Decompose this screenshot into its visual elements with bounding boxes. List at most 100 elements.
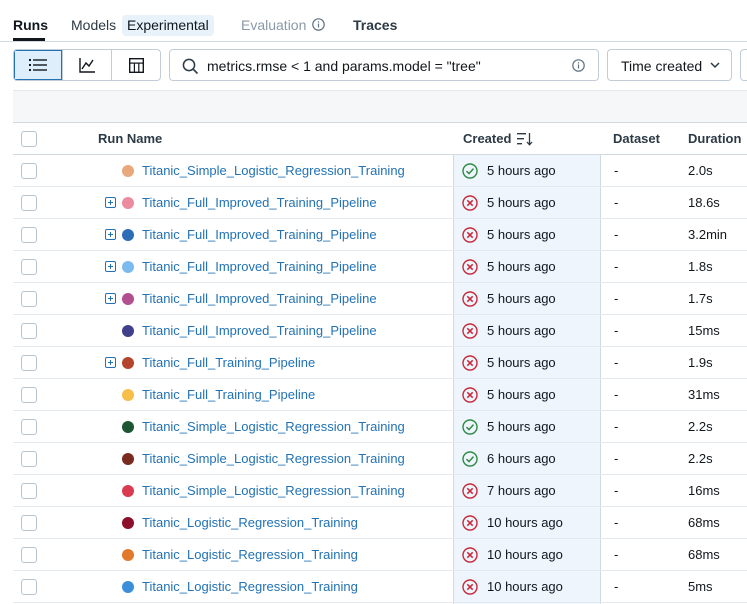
view-mode-toggle: [13, 49, 161, 81]
expand-row-icon[interactable]: [105, 197, 116, 208]
run-name-link[interactable]: Titanic_Logistic_Regression_Training: [142, 515, 358, 530]
row-checkbox[interactable]: [21, 323, 37, 339]
dataset-value: -: [614, 579, 619, 594]
row-checkbox[interactable]: [21, 195, 37, 211]
row-checkbox[interactable]: [21, 259, 37, 275]
run-color-dot[interactable]: [122, 325, 134, 337]
tab-runs[interactable]: Runs: [13, 17, 48, 33]
table-row[interactable]: Titanic_Simple_Logistic_Regression_Train…: [13, 155, 747, 187]
table-view-button[interactable]: [112, 50, 160, 80]
created-time: 5 hours ago: [487, 195, 556, 210]
run-color-dot[interactable]: [122, 485, 134, 497]
run-color-dot[interactable]: [122, 421, 134, 433]
success-check-icon: [462, 419, 478, 435]
header-run-name[interactable]: Run Name: [98, 131, 162, 146]
row-checkbox[interactable]: [21, 547, 37, 563]
run-color-dot[interactable]: [122, 261, 134, 273]
toolbar-overflow-button[interactable]: [740, 49, 747, 81]
search-help-icon[interactable]: [572, 59, 585, 72]
table-row[interactable]: Titanic_Full_Training_Pipeline 5 hours ag…: [13, 347, 747, 379]
run-name-link[interactable]: Titanic_Full_Training_Pipeline: [142, 355, 315, 370]
run-name-link[interactable]: Titanic_Simple_Logistic_Regression_Train…: [142, 483, 405, 498]
info-icon[interactable]: [312, 18, 325, 31]
row-checkbox[interactable]: [21, 419, 37, 435]
expand-row-icon[interactable]: [105, 261, 116, 272]
header-duration[interactable]: Duration: [688, 131, 741, 146]
table-row[interactable]: Titanic_Full_Improved_Training_Pipeline 5…: [13, 251, 747, 283]
list-view-button[interactable]: [14, 50, 63, 80]
sort-dropdown[interactable]: Time created: [607, 49, 732, 81]
header-dataset[interactable]: Dataset: [613, 131, 660, 146]
run-color-dot[interactable]: [122, 549, 134, 561]
created-time: 6 hours ago: [487, 451, 556, 466]
row-checkbox[interactable]: [21, 163, 37, 179]
duration-value: 15ms: [688, 323, 720, 338]
run-name-link[interactable]: Titanic_Full_Improved_Training_Pipeline: [142, 259, 377, 274]
select-all-checkbox[interactable]: [21, 131, 37, 147]
active-tab-indicator: [13, 38, 45, 41]
created-time: 5 hours ago: [487, 259, 556, 274]
created-time: 10 hours ago: [487, 547, 563, 562]
run-name-link[interactable]: Titanic_Full_Improved_Training_Pipeline: [142, 227, 377, 242]
dataset-value: -: [614, 419, 619, 434]
table-row[interactable]: Titanic_Full_Training_Pipeline 5 hours ag…: [13, 379, 747, 411]
table-row[interactable]: Titanic_Full_Improved_Training_Pipeline 5…: [13, 219, 747, 251]
row-checkbox[interactable]: [21, 291, 37, 307]
header-created[interactable]: Created: [463, 131, 511, 146]
table-row[interactable]: Titanic_Full_Improved_Training_Pipeline 5…: [13, 283, 747, 315]
tab-evaluation[interactable]: Evaluation: [241, 17, 306, 33]
row-checkbox[interactable]: [21, 355, 37, 371]
search-input[interactable]: metrics.rmse < 1 and params.model = "tre…: [207, 58, 481, 74]
list-icon: [29, 59, 47, 71]
sort-descending-icon[interactable]: [517, 132, 533, 146]
row-checkbox[interactable]: [21, 227, 37, 243]
table-row[interactable]: Titanic_Simple_Logistic_Regression_Train…: [13, 411, 747, 443]
run-name-link[interactable]: Titanic_Logistic_Regression_Training: [142, 579, 358, 594]
run-color-dot[interactable]: [122, 517, 134, 529]
run-name-link[interactable]: Titanic_Full_Training_Pipeline: [142, 387, 315, 402]
run-color-dot[interactable]: [122, 453, 134, 465]
run-name-link[interactable]: Titanic_Logistic_Regression_Training: [142, 547, 358, 562]
row-checkbox[interactable]: [21, 483, 37, 499]
failed-x-icon: [462, 195, 478, 211]
expand-row-icon[interactable]: [105, 293, 116, 304]
run-name-link[interactable]: Titanic_Simple_Logistic_Regression_Train…: [142, 163, 405, 178]
run-search-field[interactable]: metrics.rmse < 1 and params.model = "tre…: [169, 49, 599, 81]
run-name-link[interactable]: Titanic_Full_Improved_Training_Pipeline: [142, 291, 377, 306]
run-color-dot[interactable]: [122, 229, 134, 241]
duration-value: 3.2min: [688, 227, 728, 242]
run-color-dot[interactable]: [122, 357, 134, 369]
tab-models[interactable]: Models: [71, 17, 116, 33]
created-time: 5 hours ago: [487, 323, 556, 338]
table-row[interactable]: Titanic_Simple_Logistic_Regression_Train…: [13, 475, 747, 507]
run-color-dot[interactable]: [122, 581, 134, 593]
run-color-dot[interactable]: [122, 197, 134, 209]
run-color-dot[interactable]: [122, 293, 134, 305]
run-color-dot[interactable]: [122, 389, 134, 401]
tab-bar: Runs Models Experimental Evaluation Trac…: [0, 0, 747, 42]
dataset-value: -: [614, 483, 619, 498]
run-name-link[interactable]: Titanic_Full_Improved_Training_Pipeline: [142, 195, 377, 210]
row-checkbox[interactable]: [21, 387, 37, 403]
expand-row-icon[interactable]: [105, 357, 116, 368]
chart-view-button[interactable]: [63, 50, 112, 80]
run-name-link[interactable]: Titanic_Simple_Logistic_Regression_Train…: [142, 419, 405, 434]
table-row[interactable]: Titanic_Full_Improved_Training_Pipeline 5…: [13, 187, 747, 219]
table-row[interactable]: Titanic_Simple_Logistic_Regression_Train…: [13, 443, 747, 475]
table-row[interactable]: Titanic_Logistic_Regression_Training 10 h…: [13, 539, 747, 571]
row-checkbox[interactable]: [21, 579, 37, 595]
row-checkbox[interactable]: [21, 451, 37, 467]
failed-x-icon: [462, 579, 478, 595]
run-name-link[interactable]: Titanic_Full_Improved_Training_Pipeline: [142, 323, 377, 338]
tab-traces[interactable]: Traces: [353, 17, 397, 33]
table-row[interactable]: Titanic_Logistic_Regression_Training 10 h…: [13, 571, 747, 603]
table-row[interactable]: Titanic_Full_Improved_Training_Pipeline 5…: [13, 315, 747, 347]
table-row[interactable]: Titanic_Logistic_Regression_Training 10 h…: [13, 507, 747, 539]
row-checkbox[interactable]: [21, 515, 37, 531]
run-name-link[interactable]: Titanic_Simple_Logistic_Regression_Train…: [142, 451, 405, 466]
duration-value: 1.9s: [688, 355, 713, 370]
expand-row-icon[interactable]: [105, 229, 116, 240]
run-color-dot[interactable]: [122, 165, 134, 177]
table-header: Run Name Created Dataset Duration: [13, 123, 747, 155]
success-check-icon: [462, 451, 478, 467]
